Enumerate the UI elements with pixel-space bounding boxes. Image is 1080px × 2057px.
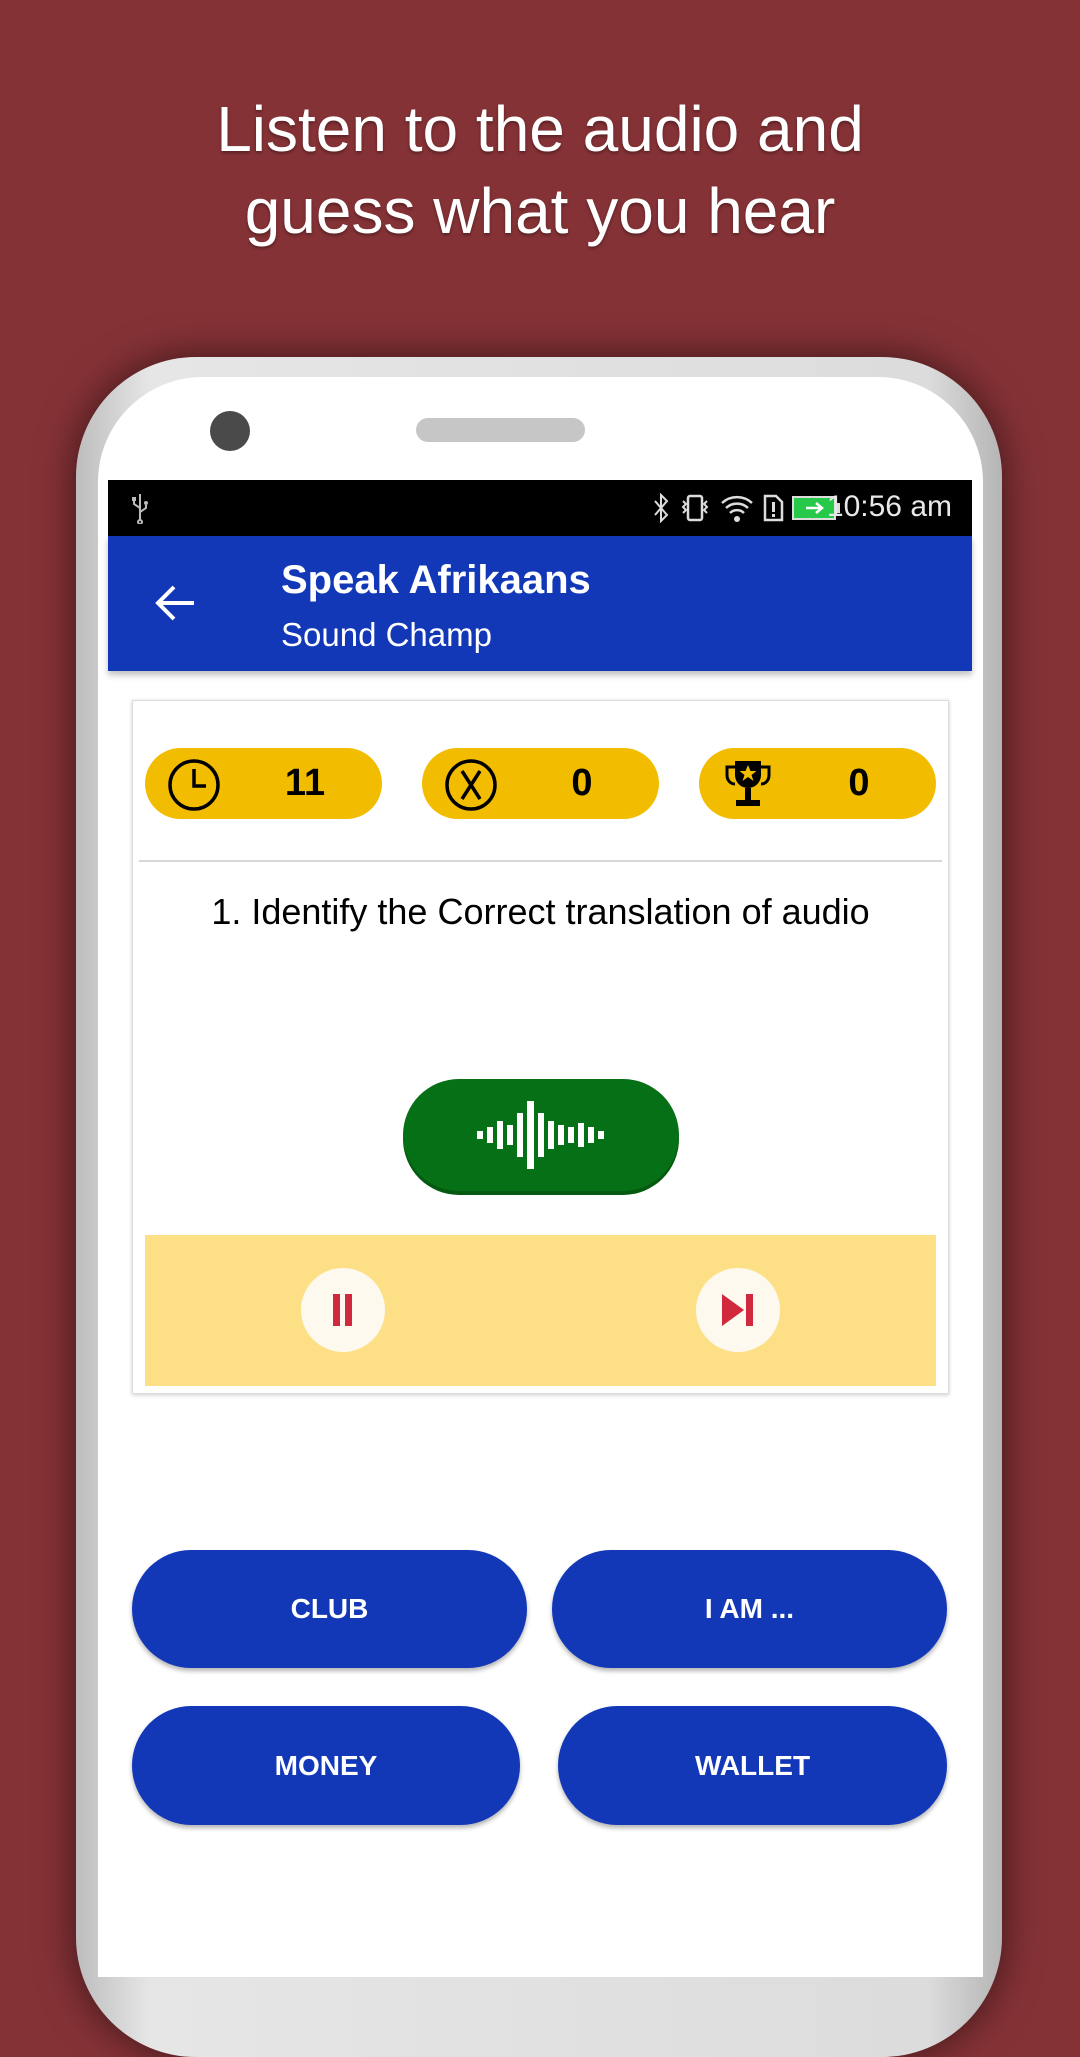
back-button[interactable] [152,580,198,626]
status-bar: 10:56 am [108,480,972,536]
answer-button-club[interactable]: CLUB [132,1550,527,1668]
quiz-card: 11 0 0 1. Identify the Correct translati… [132,700,949,1394]
score-value: 0 [848,762,870,804]
sim-alert-icon [763,494,784,522]
timer-value: 11 [284,762,326,804]
camera-icon [210,411,250,451]
headline-line-2: guess what you hear [244,175,836,247]
trophy-icon [725,761,771,806]
wrong-pill: 0 [422,748,659,819]
promo-headline: Listen to the audio and guess what you h… [0,88,1080,252]
app-bar: Speak Afrikaans Sound Champ [108,536,972,671]
play-audio-button[interactable] [403,1079,679,1191]
question-text: 1. Identify the Correct translation of a… [211,891,870,932]
clock-icon [168,759,220,811]
audio-controls-bar [145,1235,936,1386]
answer-button-wallet[interactable]: WALLET [558,1706,947,1825]
score-pill: 0 [699,748,936,819]
usb-icon [132,494,148,524]
vibrate-icon [681,494,709,522]
speaker-grille [416,418,585,442]
sound-wave-icon [477,1101,604,1169]
x-circle-icon [445,759,497,811]
app-subtitle: Sound Champ [281,616,492,653]
answer-button-i-am[interactable]: I AM ... [552,1550,947,1668]
headline-line-1: Listen to the audio and [216,93,864,165]
status-time: 10:56 am [826,490,952,523]
divider [139,860,942,862]
app-title: Speak Afrikaans [281,558,591,602]
next-button[interactable] [696,1268,780,1352]
timer-pill: 11 [145,748,382,819]
pause-button[interactable] [301,1268,385,1352]
bluetooth-icon [654,493,669,523]
wifi-icon [721,495,753,522]
answer-button-money[interactable]: MONEY [132,1706,520,1825]
wrong-value: 0 [571,762,593,804]
pause-icon [333,1294,352,1326]
skip-next-icon [722,1294,753,1326]
